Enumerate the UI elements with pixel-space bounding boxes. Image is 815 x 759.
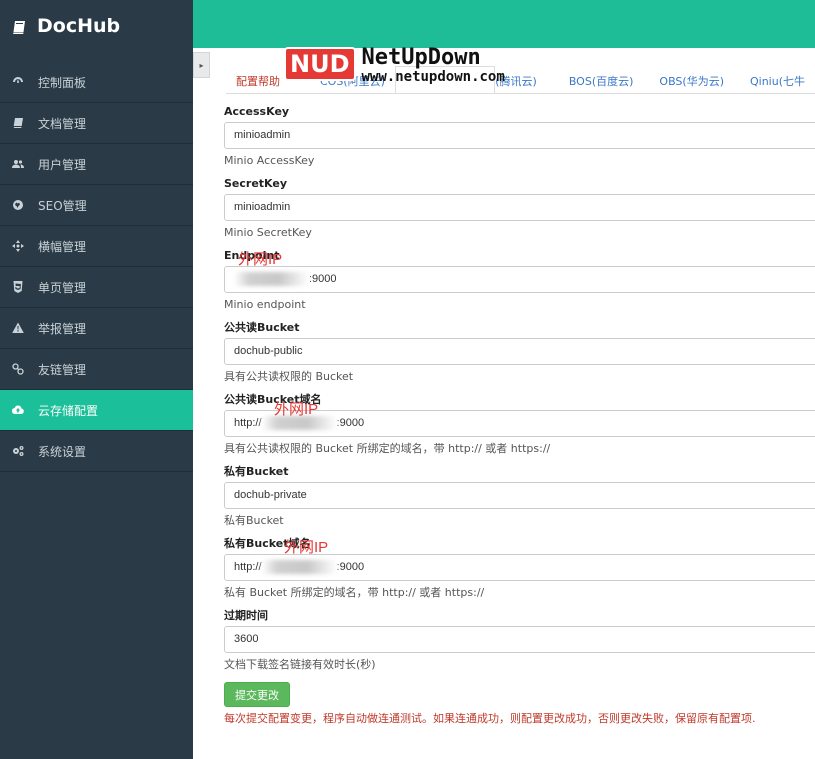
- book-icon: [12, 18, 28, 34]
- watermark-title: NetUpDown: [361, 45, 481, 70]
- access-key-hint: Minio AccessKey: [224, 154, 315, 167]
- sidebar-item-users[interactable]: 用户管理: [0, 144, 193, 185]
- sidebar-item-label: 系统设置: [38, 444, 87, 459]
- public-bucket-hint: 具有公共读权限的 Bucket: [224, 370, 354, 383]
- main-content: 配置帮助 COS(阿里云) (腾讯云) BOS(百度云) OBS(华为云) Qi…: [210, 48, 815, 759]
- minio-config-form: AccessKey minioadmin Minio AccessKey Sec…: [224, 102, 815, 726]
- sidebar-item-label: 文档管理: [38, 116, 87, 131]
- sidebar-item-cloud-storage[interactable]: 云存储配置: [0, 390, 193, 431]
- sidebar-item-documents[interactable]: 文档管理: [0, 103, 193, 144]
- watermark-url: www.netupdown.com: [361, 69, 505, 85]
- endpoint-port: :9000: [309, 273, 337, 285]
- public-domain-group: 公共读Bucket域名 外网IP http://:9000 具有公共读权限的 B…: [224, 390, 815, 462]
- warning-icon: [11, 321, 25, 335]
- private-domain-port: :9000: [336, 561, 365, 573]
- endpoint-hint: Minio endpoint: [224, 298, 306, 311]
- access-key-group: AccessKey minioadmin Minio AccessKey: [224, 102, 815, 174]
- sidebar-item-pages[interactable]: 单页管理: [0, 267, 193, 308]
- sidebar-item-label: 云存储配置: [38, 403, 99, 418]
- endpoint-label: Endpoint: [224, 249, 280, 262]
- endpoint-input[interactable]: :9000: [224, 266, 815, 293]
- cloud-upload-icon: [11, 403, 25, 417]
- tab-config-help[interactable]: 配置帮助: [226, 66, 290, 93]
- private-bucket-label: 私有Bucket: [224, 465, 289, 478]
- sidebar-toggle-button[interactable]: ▸: [193, 52, 210, 78]
- sidebar-item-label: 控制面板: [38, 75, 87, 90]
- sidebar-item-banner[interactable]: 横幅管理: [0, 226, 193, 267]
- tab-obs[interactable]: OBS(华为云): [643, 66, 734, 93]
- public-domain-prefix: http://: [234, 417, 262, 429]
- sidebar-nav: 控制面板 文档管理 用户管理 SEO管理 横幅管理 单页管理 举报管理 友链管理…: [0, 62, 193, 472]
- watermark-logo: NUD: [284, 47, 356, 81]
- sidebar-item-settings[interactable]: 系统设置: [0, 431, 193, 472]
- expire-hint: 文档下载签名链接有效时长(秒): [224, 658, 376, 671]
- expire-label: 过期时间: [224, 609, 268, 622]
- sidebar-item-label: 横幅管理: [38, 239, 87, 254]
- submit-warning: 每次提交配置变更，程序自动做连通测试。如果连通成功，则配置更改成功，否则更改失败…: [224, 712, 756, 725]
- private-domain-input[interactable]: http:// :9000: [224, 554, 815, 581]
- private-bucket-hint: 私有Bucket: [224, 514, 284, 527]
- secret-key-input[interactable]: minioadmin: [224, 194, 815, 221]
- public-domain-hint: 具有公共读权限的 Bucket 所绑定的域名，带 http:// 或者 http…: [224, 442, 551, 455]
- redacted-ip: [261, 560, 337, 575]
- expire-input[interactable]: 3600: [224, 626, 815, 653]
- access-key-label: AccessKey: [224, 105, 290, 118]
- annotation-external-ip: 外网IP: [274, 401, 319, 418]
- sidebar-item-links[interactable]: 友链管理: [0, 349, 193, 390]
- access-key-input[interactable]: minioadmin: [224, 122, 815, 149]
- crosshair-icon: [11, 239, 25, 253]
- sidebar-item-label: 举报管理: [38, 321, 87, 336]
- sidebar-item-label: SEO管理: [38, 198, 87, 213]
- book-icon: [11, 116, 25, 130]
- secret-key-group: SecretKey minioadmin Minio SecretKey: [224, 174, 815, 246]
- users-icon: [11, 157, 25, 171]
- private-domain-group: 私有Bucket域名 外网IP http://:9000 私有 Bucket 所…: [224, 534, 815, 606]
- dashboard-icon: [11, 75, 25, 89]
- tab-qiniu[interactable]: Qiniu(七牛: [734, 66, 815, 93]
- private-domain-prefix: http://: [234, 561, 262, 573]
- html5-icon: [11, 280, 25, 294]
- public-bucket-group: 公共读Bucket dochub-public 具有公共读权限的 Bucket: [224, 318, 815, 390]
- sidebar: DocHub 控制面板 文档管理 用户管理 SEO管理 横幅管理 单页管理 举报…: [0, 0, 193, 759]
- globe-icon: [11, 198, 25, 212]
- sidebar-item-label: 用户管理: [38, 157, 87, 172]
- sidebar-item-seo[interactable]: SEO管理: [0, 185, 193, 226]
- tab-bos[interactable]: BOS(百度云): [547, 66, 644, 93]
- sidebar-item-reports[interactable]: 举报管理: [0, 308, 193, 349]
- public-bucket-label: 公共读Bucket: [224, 321, 300, 334]
- sidebar-item-label: 友链管理: [38, 362, 87, 377]
- brand-name: DocHub: [37, 14, 121, 37]
- secret-key-label: SecretKey: [224, 177, 288, 190]
- public-domain-port: :9000: [336, 417, 365, 429]
- public-bucket-input[interactable]: dochub-public: [224, 338, 815, 365]
- top-bar: [193, 0, 815, 48]
- watermark: NUD NetUpDown www.netupdown.com: [284, 45, 505, 85]
- cogs-icon: [11, 444, 25, 458]
- link-icon: [11, 362, 25, 376]
- submit-button[interactable]: 提交更改: [224, 682, 290, 707]
- annotation-external-ip: 外网IP: [238, 251, 283, 268]
- brand-logo[interactable]: DocHub: [0, 0, 193, 51]
- endpoint-group: Endpoint 外网IP :9000 Minio endpoint: [224, 246, 815, 318]
- private-bucket-input[interactable]: dochub-private: [224, 482, 815, 509]
- annotation-external-ip: 外网IP: [284, 539, 329, 556]
- sidebar-item-label: 单页管理: [38, 280, 87, 295]
- expire-group: 过期时间 3600 文档下载签名链接有效时长(秒): [224, 606, 815, 678]
- private-domain-hint: 私有 Bucket 所绑定的域名，带 http:// 或者 https://: [224, 586, 485, 599]
- sidebar-item-dashboard[interactable]: 控制面板: [0, 62, 193, 103]
- chevron-right-icon: ▸: [199, 60, 204, 70]
- redacted-ip: [234, 272, 309, 287]
- private-bucket-group: 私有Bucket dochub-private 私有Bucket: [224, 462, 815, 534]
- secret-key-hint: Minio SecretKey: [224, 226, 312, 239]
